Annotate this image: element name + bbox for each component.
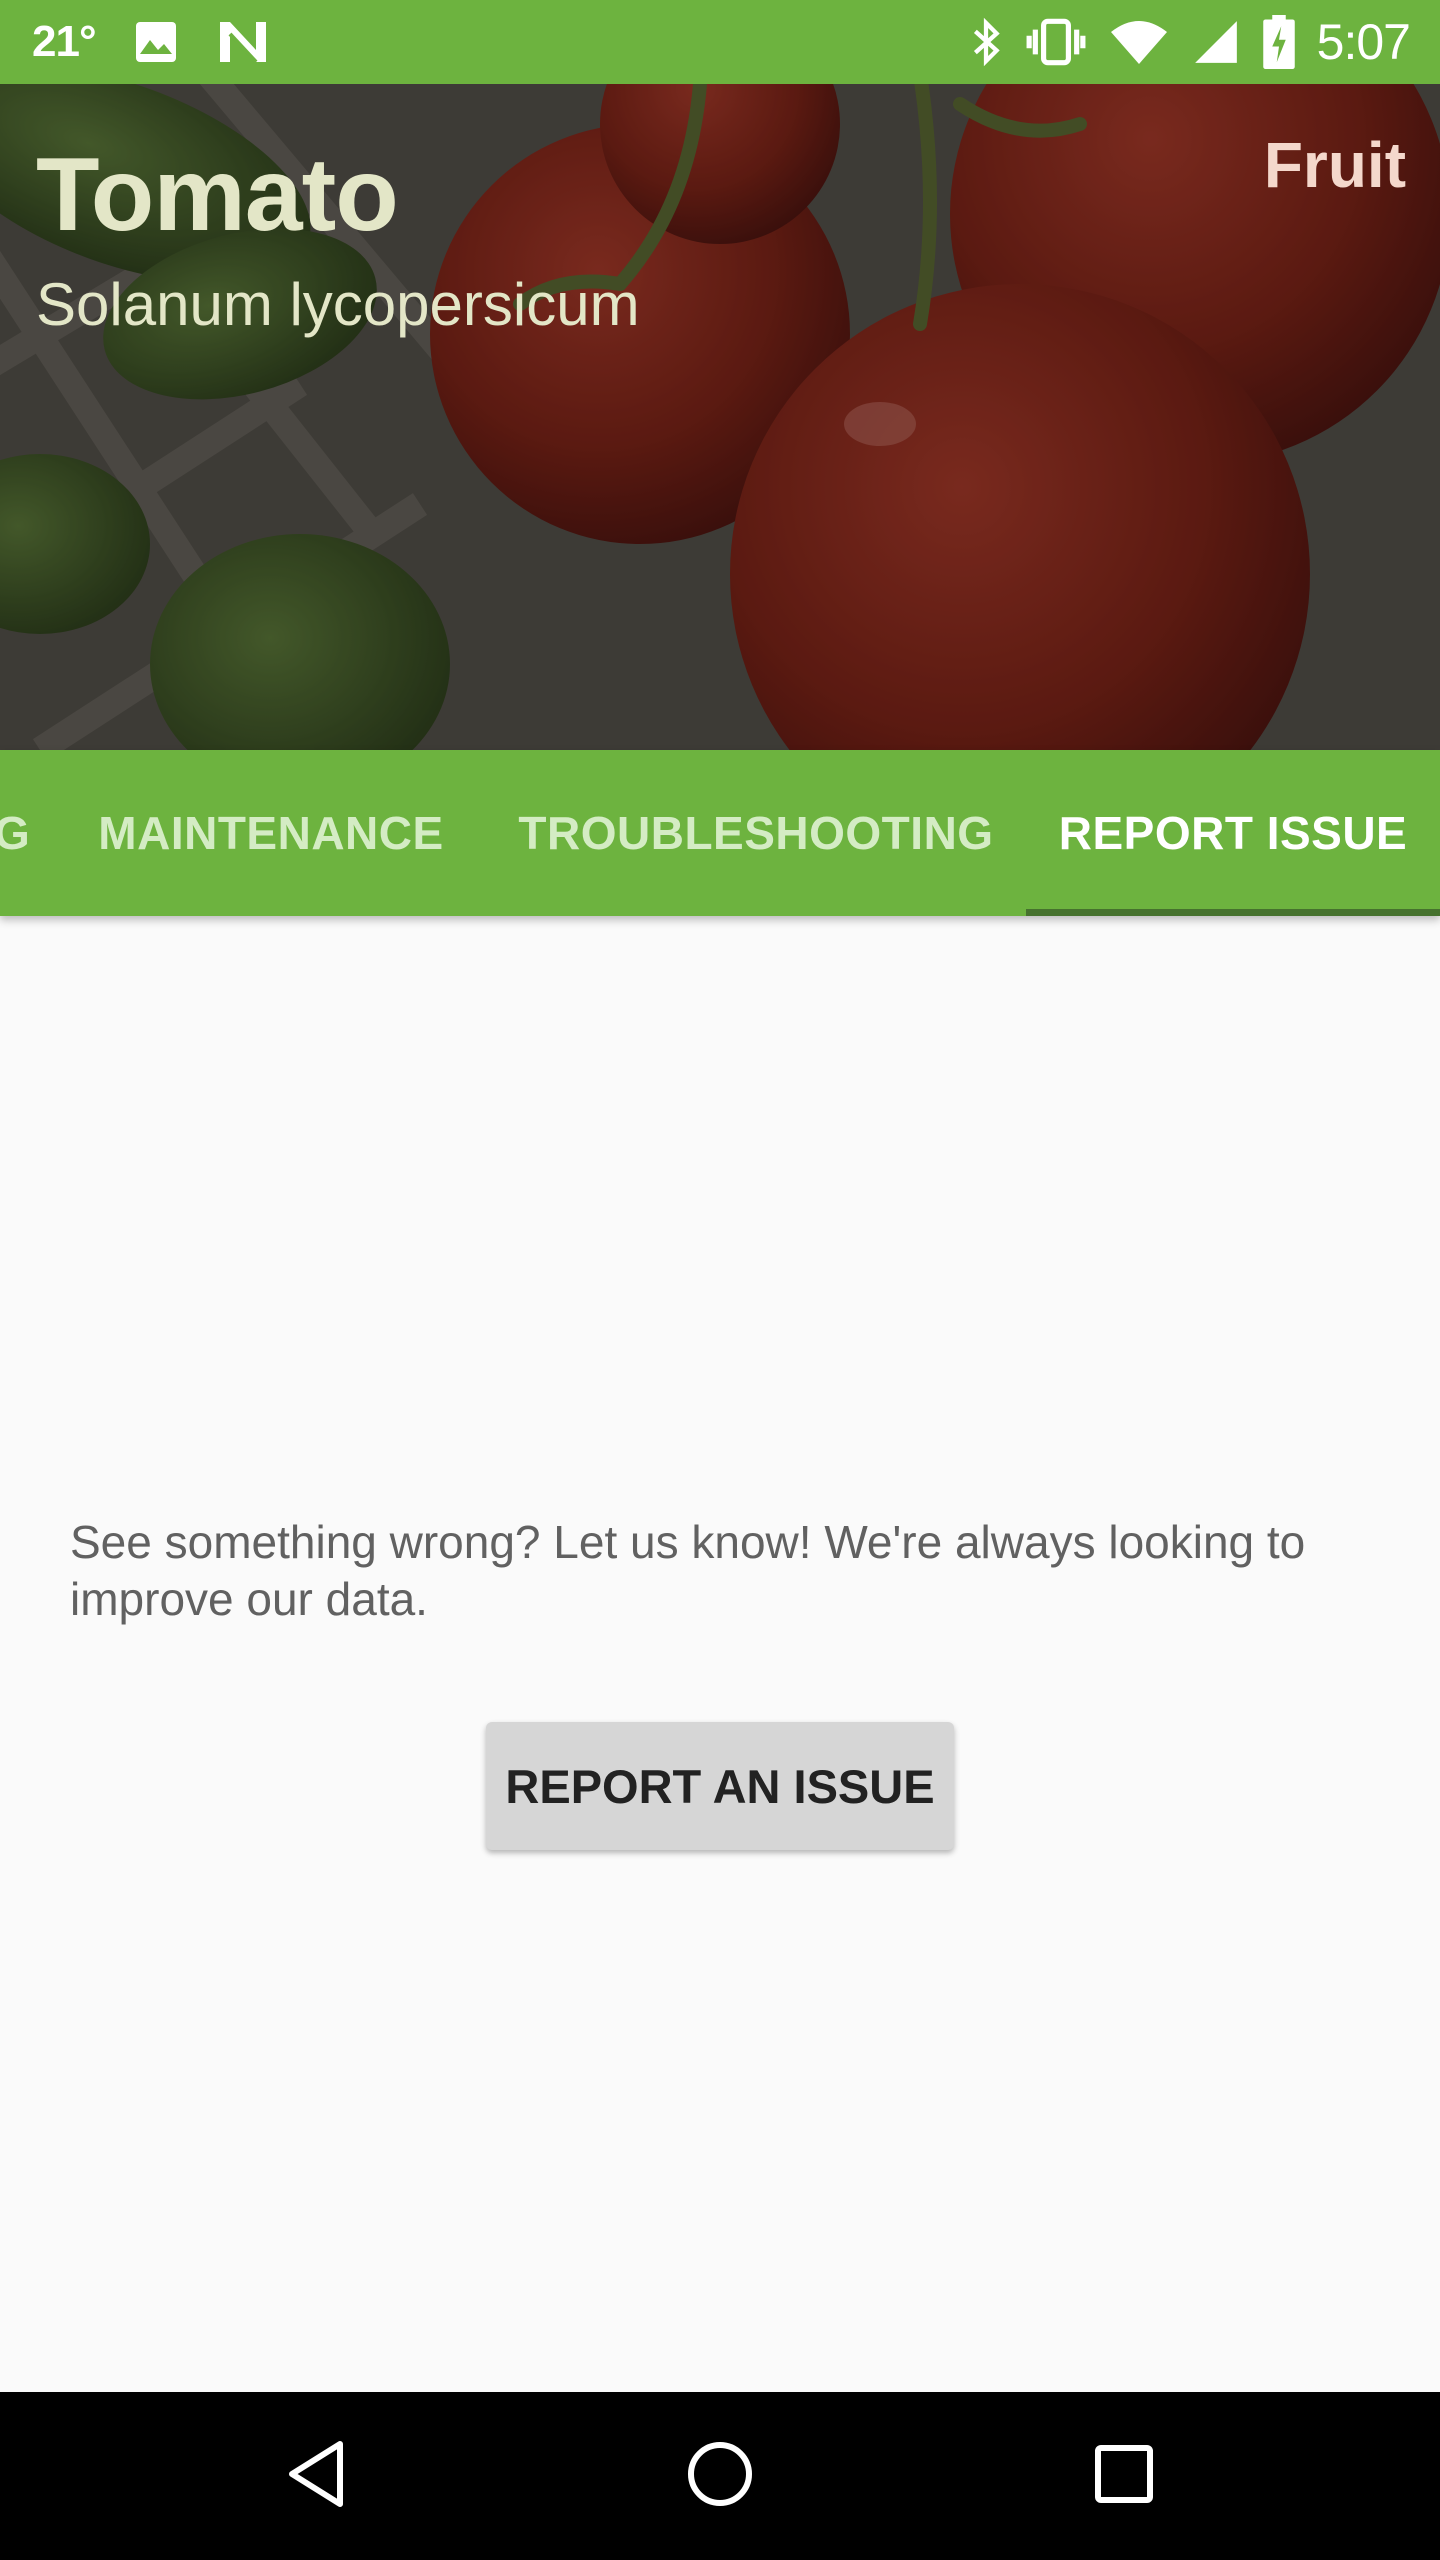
temperature: 21° [32, 17, 97, 66]
n-app-icon [216, 18, 270, 66]
tab-maintenance[interactable]: MAINTENANCE [56, 750, 486, 916]
image-icon [132, 18, 180, 66]
back-icon [284, 2439, 348, 2514]
home-icon [686, 2440, 754, 2513]
header-image: Tomato Solanum lycopersicum Fruit [0, 84, 1440, 750]
clock: 5:07 [1316, 14, 1411, 70]
back-button[interactable] [236, 2392, 396, 2560]
vibrate-icon [1025, 16, 1087, 68]
battery-charging-icon [1262, 15, 1295, 69]
status-bar: 21° 5:07 [0, 0, 1440, 84]
recents-button[interactable] [1044, 2392, 1204, 2560]
category-label: Fruit [1263, 129, 1406, 201]
report-message: See something wrong? Let us know! We're … [70, 1516, 1306, 1625]
tab-bar: G MAINTENANCE TROUBLESHOOTING REPORT ISS… [0, 750, 1440, 916]
recents-icon [1094, 2444, 1154, 2509]
tab-previous-partial[interactable]: G [0, 750, 30, 916]
page-subtitle: Solanum lycopersicum [36, 271, 640, 338]
tab-indicator [1026, 909, 1440, 916]
navigation-bar [0, 2392, 1440, 2560]
page-title: Tomato [36, 137, 399, 253]
tab-troubleshooting[interactable]: TROUBLESHOOTING [486, 750, 1026, 916]
home-button[interactable] [640, 2392, 800, 2560]
cell-signal-icon [1191, 17, 1241, 67]
wifi-icon [1109, 18, 1169, 66]
report-issue-button[interactable]: REPORT AN ISSUE [486, 1722, 954, 1850]
tab-report-issue[interactable]: REPORT ISSUE [1026, 750, 1440, 916]
bluetooth-icon [969, 16, 1003, 68]
